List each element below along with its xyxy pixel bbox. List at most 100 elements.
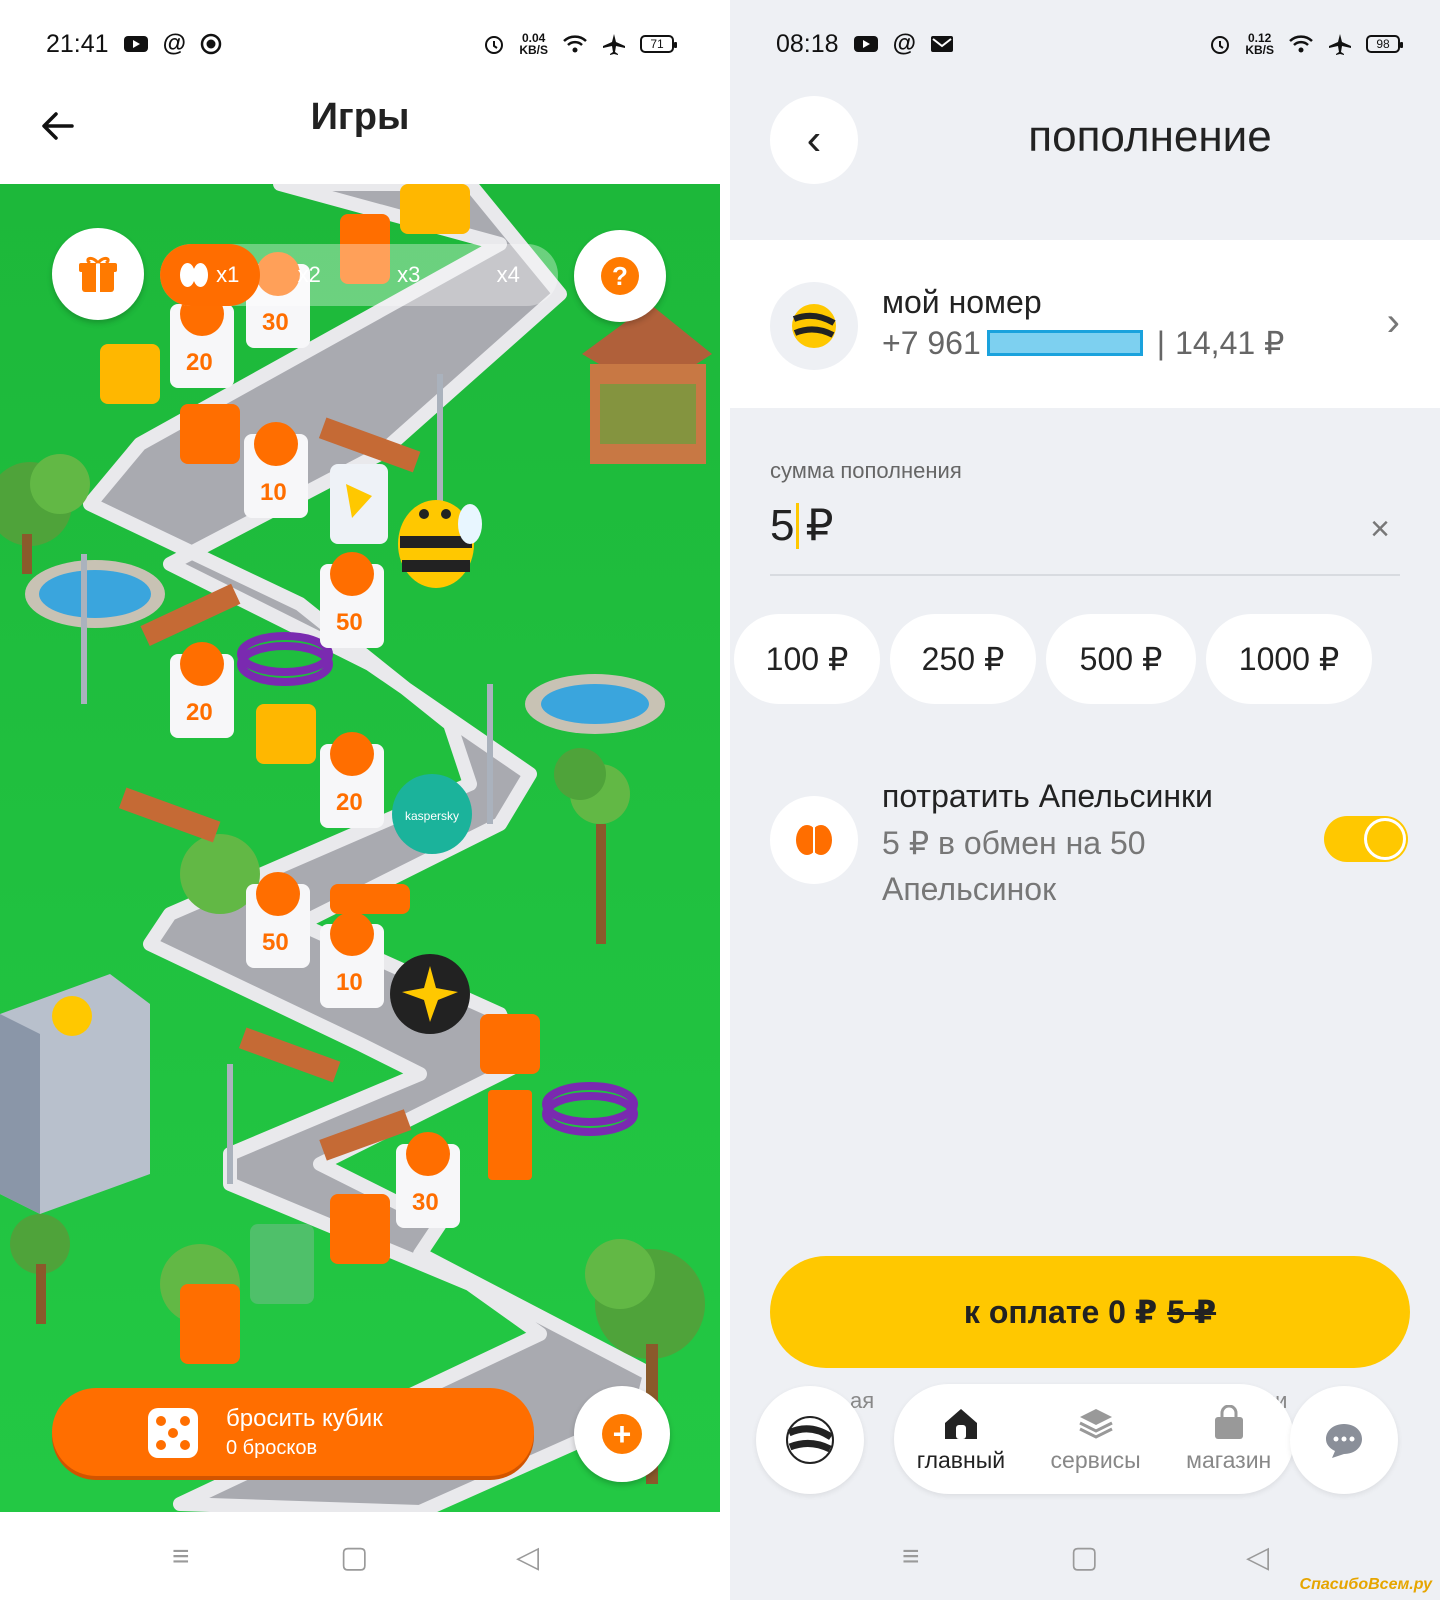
back-nav-button[interactable]: ◁ bbox=[516, 1540, 539, 1575]
tile-value: 50 bbox=[336, 609, 363, 636]
system-nav-bar: ≡ ▢ ◁ bbox=[0, 1512, 720, 1600]
amount-input[interactable]: 5 ₽ bbox=[770, 500, 833, 551]
beeline-assistant-button[interactable] bbox=[756, 1386, 864, 1494]
status-bar: 21:41 @ 0.04 KB/S 71 bbox=[0, 0, 720, 88]
multiplier-selector: x1 x2 x3 x4 bbox=[160, 244, 558, 306]
home-nav-button[interactable]: ▢ bbox=[340, 1540, 368, 1575]
tab-bar: главный сервисы магазин bbox=[894, 1384, 1294, 1494]
redacted-number bbox=[986, 330, 1143, 356]
tile-value: 20 bbox=[186, 349, 213, 376]
beeline-logo-icon bbox=[786, 1416, 834, 1464]
tile-value: 10 bbox=[336, 969, 363, 996]
home-nav-button[interactable]: ▢ bbox=[1070, 1540, 1098, 1575]
games-screen: 21:41 @ 0.04 KB/S 71 Игры kaspersky 30 2… bbox=[0, 0, 720, 1600]
at-sign-icon: @ bbox=[162, 30, 186, 57]
tile-value: 20 bbox=[186, 699, 213, 726]
youtube-icon bbox=[853, 34, 879, 54]
roll-count: 0 бросков bbox=[226, 1436, 318, 1459]
airplane-icon bbox=[602, 33, 626, 55]
spend-subtitle: 5 ₽ в обмен на 50 Апельсинок bbox=[882, 825, 1146, 907]
at-sign-icon: @ bbox=[892, 30, 916, 57]
record-icon bbox=[200, 33, 222, 55]
multiplier-x4[interactable]: x4 bbox=[459, 244, 559, 306]
youtube-icon bbox=[123, 34, 149, 54]
pay-button[interactable]: к оплате 0 ₽ 5 ₽ bbox=[770, 1256, 1410, 1368]
gift-button[interactable] bbox=[52, 228, 144, 320]
spend-toggle[interactable] bbox=[1324, 816, 1408, 862]
spend-oranges-row: потратить Апельсинки 5 ₽ в обмен на 50 А… bbox=[730, 770, 1440, 910]
gift-icon bbox=[79, 256, 117, 292]
svg-text:kaspersky: kaspersky bbox=[405, 809, 459, 823]
dice-icon bbox=[148, 1408, 198, 1458]
multiplier-x2[interactable]: x2 bbox=[260, 244, 360, 306]
separator: | bbox=[1156, 324, 1166, 361]
question-icon: ? bbox=[601, 257, 639, 295]
multiplier-x1[interactable]: x1 bbox=[160, 244, 260, 306]
roll-dice-button[interactable]: бросить кубик 0 бросков bbox=[52, 1388, 534, 1476]
battery-indicator: 98 bbox=[1366, 35, 1403, 53]
quick-amounts: 100 ₽ 250 ₽ 500 ₽ 1000 ₽ bbox=[734, 614, 1372, 704]
game-board[interactable]: kaspersky 30 20 10 50 20 20 50 10 30 bbox=[0, 184, 720, 1512]
pay-old-amount: 5 ₽ bbox=[1167, 1294, 1217, 1330]
beeline-logo-icon bbox=[770, 282, 858, 370]
account-card[interactable]: мой номер +7 961 | 14,41 ₽ › bbox=[730, 240, 1440, 408]
menu-nav-button[interactable]: ≡ bbox=[902, 1540, 920, 1574]
amount-chip-1000[interactable]: 1000 ₽ bbox=[1206, 614, 1372, 704]
alarm-icon bbox=[483, 33, 505, 55]
games-header: Игры bbox=[0, 88, 720, 184]
menu-nav-button[interactable]: ≡ bbox=[172, 1540, 190, 1574]
amount-digits: 5 bbox=[770, 500, 795, 550]
layers-icon bbox=[1078, 1408, 1113, 1439]
phone-prefix: +7 961 bbox=[882, 324, 981, 361]
topup-screen: 08:18 @ 0.12 KB/S 98 ‹ пополнение мой ном… bbox=[730, 0, 1440, 1600]
alarm-icon bbox=[1209, 33, 1231, 55]
network-speed: 0.04 KB/S bbox=[519, 31, 548, 57]
board-illustration: kaspersky 30 20 10 50 20 20 50 10 30 bbox=[0, 184, 720, 1512]
wifi-icon bbox=[1288, 34, 1314, 54]
plus-icon: + bbox=[602, 1414, 642, 1454]
tile-value: 30 bbox=[412, 1189, 439, 1216]
input-underline bbox=[770, 574, 1400, 576]
amount-label: сумма пополнения bbox=[770, 458, 962, 483]
shopping-bag-icon bbox=[1214, 1404, 1243, 1439]
building bbox=[0, 974, 150, 1214]
tab-shop[interactable]: магазин bbox=[1186, 1404, 1271, 1474]
chat-button[interactable] bbox=[1290, 1386, 1398, 1494]
orange-coin-icon bbox=[770, 796, 858, 884]
tab-services[interactable]: сервисы bbox=[1051, 1405, 1141, 1474]
watermark: СпасибоВсем.ру bbox=[1299, 1576, 1432, 1593]
wifi-icon bbox=[562, 34, 588, 54]
account-balance: 14,41 ₽ bbox=[1175, 325, 1285, 361]
spend-title: потратить Апельсинки bbox=[882, 778, 1213, 814]
help-button[interactable]: ? bbox=[574, 230, 666, 322]
account-name: мой номер bbox=[882, 284, 1042, 320]
pay-label: к оплате 0 ₽ bbox=[963, 1294, 1158, 1330]
clear-icon[interactable]: × bbox=[1370, 510, 1390, 549]
chevron-left-icon: ‹ bbox=[806, 115, 822, 164]
account-number-line: +7 961 | 14,41 ₽ bbox=[882, 324, 1284, 362]
tile-value: 30 bbox=[262, 309, 289, 336]
amount-chip-250[interactable]: 250 ₽ bbox=[890, 614, 1036, 704]
status-bar: 08:18 @ 0.12 KB/S 98 bbox=[730, 0, 1440, 88]
tile-value: 20 bbox=[336, 789, 363, 816]
amount-chip-100[interactable]: 100 ₽ bbox=[734, 614, 880, 704]
toggle-knob bbox=[1364, 818, 1406, 860]
tile-value: 10 bbox=[260, 479, 287, 506]
status-time: 08:18 bbox=[776, 29, 839, 58]
battery-indicator: 71 bbox=[640, 35, 677, 53]
add-rolls-button[interactable]: + bbox=[574, 1386, 670, 1482]
airplane-icon bbox=[1328, 33, 1352, 55]
text-caret bbox=[796, 502, 800, 549]
multiplier-x3[interactable]: x3 bbox=[359, 244, 459, 306]
page-title: Игры bbox=[310, 96, 410, 138]
back-button[interactable]: ‹ bbox=[770, 96, 858, 184]
page-title: пополнение bbox=[1028, 112, 1272, 161]
amount-chip-500[interactable]: 500 ₽ bbox=[1046, 614, 1196, 704]
back-nav-button[interactable]: ◁ bbox=[1246, 1540, 1269, 1575]
roll-label: бросить кубик bbox=[226, 1404, 383, 1432]
home-icon bbox=[944, 1408, 977, 1439]
tab-home[interactable]: главный bbox=[917, 1405, 1005, 1474]
chat-icon bbox=[1326, 1424, 1362, 1458]
amount-currency: ₽ bbox=[805, 501, 834, 550]
orange-coin-icon bbox=[180, 263, 210, 287]
